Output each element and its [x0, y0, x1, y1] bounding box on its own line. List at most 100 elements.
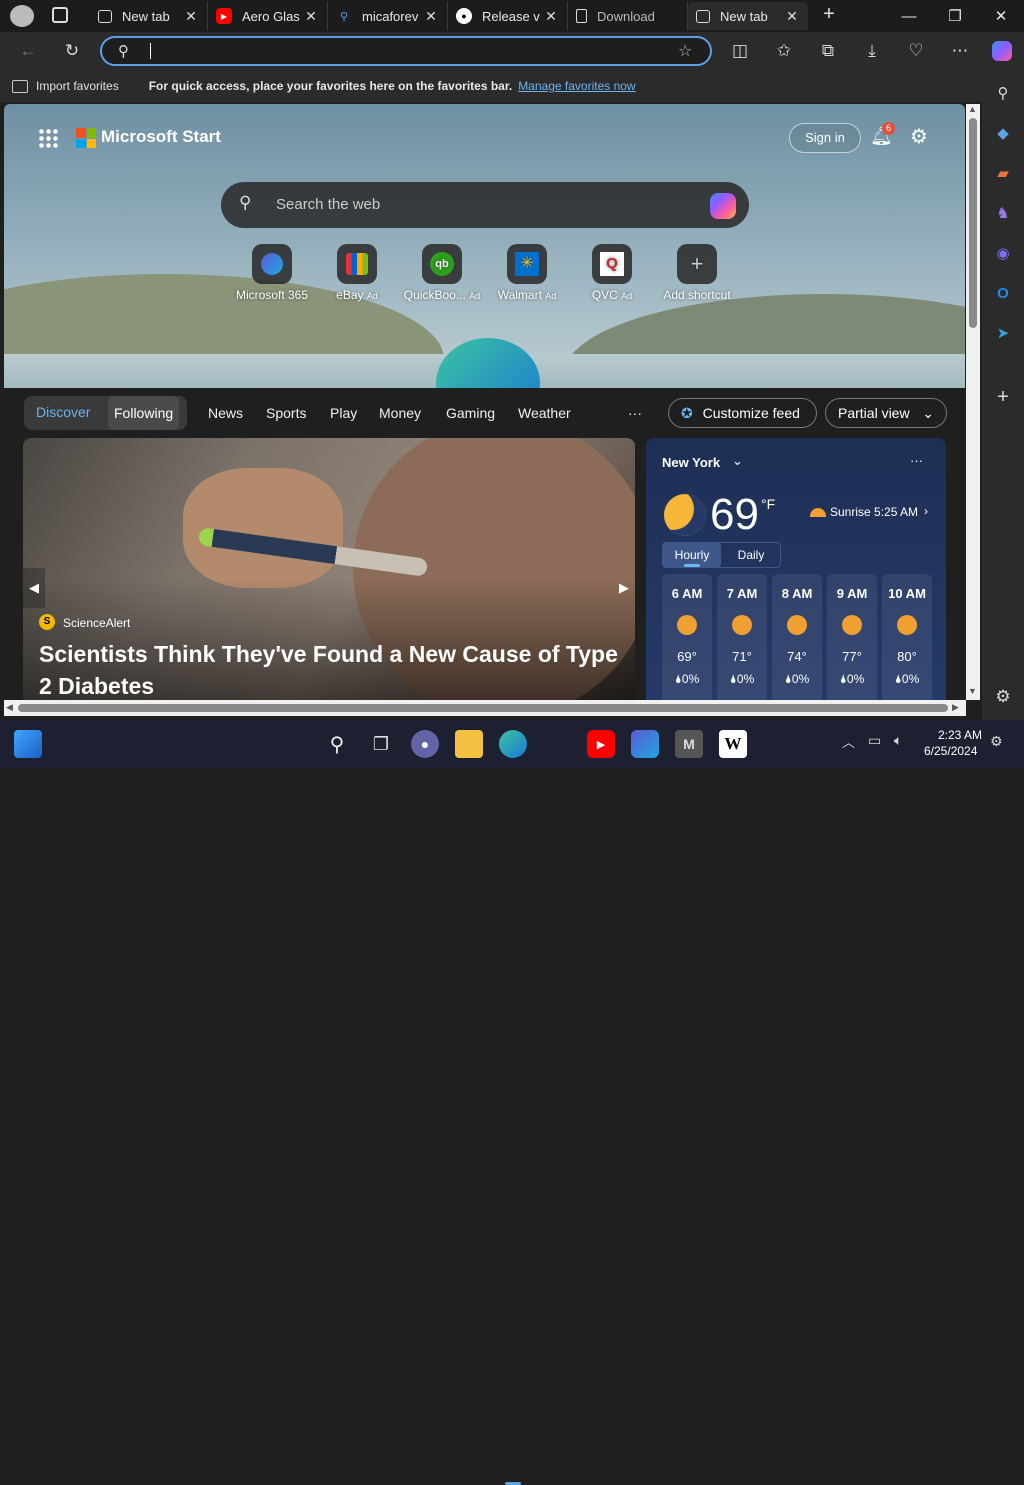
- horizontal-scrollbar[interactable]: ◀ ▶: [4, 700, 966, 716]
- sidebar-settings-icon[interactable]: ⚙: [990, 684, 1016, 710]
- widgets-icon[interactable]: [14, 730, 42, 758]
- nav-play[interactable]: Play: [330, 393, 357, 433]
- shortcut-ebay[interactable]: eBay Ad: [314, 244, 400, 302]
- back-icon[interactable]: ←: [14, 38, 42, 64]
- show-hidden-icons-icon[interactable]: ︿: [842, 732, 855, 751]
- split-screen-icon[interactable]: ◫: [726, 38, 754, 64]
- start-windows-icon[interactable]: [280, 730, 308, 758]
- collections-icon[interactable]: ⧉: [814, 38, 842, 64]
- scroll-left-icon[interactable]: ◀: [6, 702, 13, 713]
- close-window-icon[interactable]: ✕: [978, 0, 1024, 32]
- article-source[interactable]: ScienceAlert: [63, 616, 130, 630]
- chevron-down-icon[interactable]: ⌄: [732, 453, 743, 469]
- close-tab-icon[interactable]: ✕: [543, 8, 559, 25]
- nav-money[interactable]: Money: [379, 393, 421, 433]
- article-headline[interactable]: Scientists Think They've Found a New Cau…: [39, 638, 629, 700]
- carousel-next-icon[interactable]: ▶: [613, 568, 635, 608]
- nav-sports[interactable]: Sports: [266, 393, 306, 433]
- copilot-icon[interactable]: [710, 193, 736, 219]
- favorites-icon[interactable]: ✩: [770, 38, 798, 64]
- tools-icon[interactable]: ▰: [990, 160, 1016, 186]
- hourly-forecast-item[interactable]: 6 AM 69° 🌢︎0%: [662, 574, 712, 700]
- edge-browser-icon[interactable]: [499, 730, 527, 758]
- tab-daily[interactable]: Daily: [722, 543, 780, 567]
- shortcut-add[interactable]: + Add shortcut: [654, 244, 740, 302]
- tab-micaforever[interactable]: ⚲ micaforev ✕: [328, 2, 448, 30]
- manage-favorites-link[interactable]: Manage favorites now: [518, 79, 635, 93]
- copilot-app-icon[interactable]: [631, 730, 659, 758]
- tab-aero-glass[interactable]: ▶ Aero Glas ✕: [208, 2, 328, 30]
- tab-newtab-1[interactable]: New tab ✕: [90, 2, 208, 30]
- minimize-icon[interactable]: —: [886, 0, 932, 32]
- performance-icon[interactable]: ♡: [902, 38, 930, 64]
- new-tab-plus-icon[interactable]: +: [816, 3, 842, 29]
- microsoft-store-icon[interactable]: [543, 730, 571, 758]
- search-icon[interactable]: ⚲: [990, 80, 1016, 106]
- hourly-forecast-item[interactable]: 8 AM 74° 🌢︎0%: [772, 574, 822, 700]
- hourly-forecast-item[interactable]: 9 AM 77° 🌢︎0%: [827, 574, 877, 700]
- scroll-thumb[interactable]: [18, 704, 948, 712]
- brand-title[interactable]: Microsoft Start: [101, 127, 221, 147]
- scroll-thumb[interactable]: [969, 118, 977, 328]
- more-menu-icon[interactable]: ⋯: [946, 38, 974, 64]
- close-tab-icon[interactable]: ✕: [183, 8, 199, 25]
- weather-more-icon[interactable]: ···: [910, 453, 923, 468]
- import-favorites-icon[interactable]: [12, 79, 28, 93]
- app-m-icon[interactable]: M: [675, 730, 703, 758]
- scroll-down-icon[interactable]: ▼: [968, 686, 977, 696]
- profile-avatar[interactable]: [10, 5, 34, 27]
- wikipedia-icon[interactable]: W: [719, 730, 747, 758]
- apps-grid-icon[interactable]: [38, 128, 58, 148]
- shortcut-microsoft365[interactable]: Microsoft 365: [229, 244, 315, 302]
- scroll-right-icon[interactable]: ▶: [952, 702, 959, 713]
- volume-muted-icon[interactable]: 🔈︎: [894, 732, 902, 749]
- chevron-right-icon[interactable]: ›: [924, 504, 928, 518]
- tab-discover[interactable]: Discover: [36, 404, 90, 420]
- customize-feed-button[interactable]: ✪ Customize feed: [668, 398, 817, 428]
- restore-icon[interactable]: ❐: [932, 0, 978, 32]
- scroll-up-icon[interactable]: ▲: [968, 104, 977, 114]
- tab-download[interactable]: Download: [568, 2, 688, 30]
- tab-actions-icon[interactable]: [52, 7, 68, 23]
- hourly-forecast-item[interactable]: 10 AM 80° 🌢︎0%: [882, 574, 932, 700]
- shortcut-walmart[interactable]: ✳ Walmart Ad: [484, 244, 570, 302]
- settings-gear-icon[interactable]: ⚙: [910, 124, 928, 149]
- search-icon[interactable]: ⚲: [323, 730, 351, 758]
- hourly-forecast-item[interactable]: 7 AM 71° 🌢︎0%: [717, 574, 767, 700]
- add-sidebar-app-icon[interactable]: +: [990, 384, 1016, 410]
- tab-release[interactable]: ● Release v ✕: [448, 2, 568, 30]
- notifications-icon[interactable]: ⚙: [990, 733, 1003, 750]
- shortcut-qvc[interactable]: Q QVC Ad: [569, 244, 655, 302]
- outlook-icon[interactable]: O: [990, 280, 1016, 306]
- address-bar[interactable]: ⚲ ☆: [100, 36, 712, 66]
- weather-city[interactable]: New York: [662, 455, 720, 470]
- address-input[interactable]: [150, 43, 650, 59]
- close-tab-icon[interactable]: ✕: [423, 8, 439, 25]
- clock-time[interactable]: 2:23 AM: [938, 728, 982, 742]
- nav-gaming[interactable]: Gaming: [446, 393, 495, 433]
- games-icon[interactable]: ♞: [990, 200, 1016, 226]
- tab-newtab-active[interactable]: New tab ✕: [688, 2, 808, 30]
- shortcut-quickbooks[interactable]: qb QuickBoo... Ad: [399, 244, 485, 302]
- copilot-icon[interactable]: [988, 38, 1016, 64]
- more-nav-icon[interactable]: ···: [628, 393, 642, 433]
- carousel-prev-icon[interactable]: ◀: [23, 568, 45, 608]
- article-card[interactable]: ◀ ▶ S ScienceAlert Scientists Think They…: [23, 438, 635, 700]
- teams-chat-icon[interactable]: ●: [411, 730, 439, 758]
- nav-weather[interactable]: Weather: [518, 393, 571, 433]
- network-icon[interactable]: ▭: [868, 732, 881, 749]
- close-tab-icon[interactable]: ✕: [784, 8, 800, 25]
- weather-sunrise[interactable]: Sunrise 5:25 AM: [830, 505, 918, 519]
- microsoft365-icon[interactable]: ◉: [990, 240, 1016, 266]
- shopping-tag-icon[interactable]: ◆: [990, 120, 1016, 146]
- tab-following[interactable]: Following: [108, 396, 180, 430]
- favorite-star-icon[interactable]: ☆: [678, 41, 692, 61]
- sign-in-button[interactable]: Sign in: [789, 123, 861, 153]
- refresh-icon[interactable]: ↻: [58, 38, 86, 64]
- file-explorer-icon[interactable]: [455, 730, 483, 758]
- task-view-icon[interactable]: ❐: [367, 730, 395, 758]
- vertical-scrollbar[interactable]: ▲ ▼: [966, 104, 980, 700]
- close-tab-icon[interactable]: ✕: [303, 8, 319, 25]
- import-favorites-button[interactable]: Import favorites: [36, 79, 119, 93]
- youtube-icon[interactable]: ▶: [587, 730, 615, 758]
